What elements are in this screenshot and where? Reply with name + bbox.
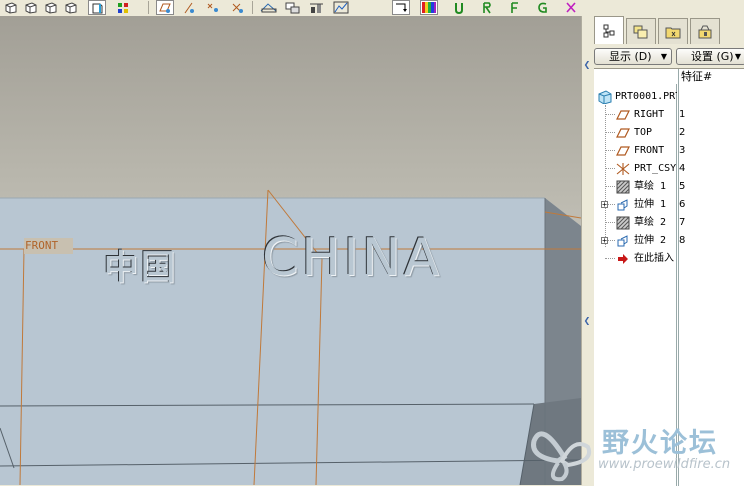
model-tree-icon bbox=[603, 24, 615, 37]
tree-item-insert-here[interactable]: 在此插入 bbox=[594, 250, 744, 268]
feature-number: 4 bbox=[679, 163, 686, 174]
csys-display-icon[interactable] bbox=[228, 0, 246, 15]
tree-item-label: FRONT bbox=[634, 145, 665, 156]
explode-view-icon[interactable] bbox=[478, 0, 496, 15]
regenerate-icon[interactable] bbox=[534, 0, 552, 15]
view-top-icon[interactable] bbox=[42, 0, 60, 15]
layers-icon bbox=[633, 25, 648, 38]
tree-item-label: RIGHT bbox=[634, 109, 665, 120]
embossed-text-english: CHINA bbox=[262, 228, 443, 288]
datum-plane-icon bbox=[616, 128, 630, 138]
favorites-tab[interactable] bbox=[690, 18, 720, 44]
csys-icon bbox=[616, 163, 630, 175]
insert-here-icon bbox=[618, 254, 628, 264]
chevron-down-icon: ▼ bbox=[660, 52, 667, 61]
extrude-icon bbox=[617, 235, 628, 247]
tree-item-label: PRT_CSYS_DEF bbox=[634, 163, 676, 174]
expand-icon[interactable]: + bbox=[601, 201, 608, 209]
feature-number: 7 bbox=[679, 217, 686, 228]
family-table-icon[interactable] bbox=[506, 0, 524, 15]
folder-browser-tab[interactable] bbox=[658, 18, 688, 44]
tree-item-extrude-1[interactable]: + 拉伸 1 6 bbox=[594, 196, 744, 214]
view-iso-icon[interactable] bbox=[2, 0, 20, 15]
sketch-icon bbox=[616, 216, 630, 230]
datum-point-display-icon[interactable] bbox=[204, 0, 222, 15]
expand-icon[interactable]: + bbox=[601, 237, 608, 245]
datum-label-front[interactable]: FRONT bbox=[24, 238, 73, 254]
watermark-title: 野火论坛 bbox=[602, 428, 718, 459]
layer-icon[interactable] bbox=[284, 0, 302, 15]
feature-number: 3 bbox=[679, 145, 686, 156]
butterfly-logo-icon bbox=[531, 431, 591, 482]
annotation-icon[interactable] bbox=[260, 0, 278, 15]
tree-item-label: 草绘 2 bbox=[634, 217, 667, 228]
tree-item-csys[interactable]: PRT_CSYS_DEF 4 bbox=[594, 160, 744, 178]
collapse-left-icon[interactable]: ❮ bbox=[583, 60, 591, 69]
tree-item-extrude-2[interactable]: + 拉伸 2 8 bbox=[594, 232, 744, 250]
tree-item-sketch-2[interactable]: 草绘 2 7 bbox=[594, 214, 744, 232]
tree-item-label: PRT0001.PRT bbox=[615, 91, 677, 102]
tree-item-datum-right[interactable]: RIGHT 1 bbox=[594, 106, 744, 124]
settings-menu-button[interactable]: 设置 (G) ▼ bbox=[676, 48, 744, 65]
forum-watermark: 野火论坛 www.proewildfire.cn bbox=[528, 415, 744, 485]
datum-plane-icon bbox=[616, 110, 630, 120]
tree-item-label: 拉伸 2 bbox=[634, 235, 667, 246]
tree-item-datum-front[interactable]: FRONT 3 bbox=[594, 142, 744, 160]
feature-number: 2 bbox=[679, 127, 686, 138]
datum-plane-icon bbox=[616, 146, 630, 156]
simplified-rep-icon[interactable] bbox=[450, 0, 468, 15]
shading-icon[interactable] bbox=[88, 0, 106, 15]
sketch-icon bbox=[616, 180, 630, 194]
tree-item-label: 拉伸 1 bbox=[634, 199, 667, 210]
datum-plane-display-icon[interactable] bbox=[156, 0, 174, 15]
appearance-icon[interactable] bbox=[308, 0, 326, 15]
tree-item-sketch-1[interactable]: 草绘 1 5 bbox=[594, 178, 744, 196]
main-toolbar bbox=[0, 0, 744, 17]
part-icon bbox=[598, 90, 612, 104]
graphics-window[interactable]: FRONT 中国 CHINA bbox=[0, 16, 581, 485]
model-tree-display-icon[interactable] bbox=[114, 0, 132, 15]
spin-center-icon[interactable] bbox=[332, 0, 350, 15]
folder-icon bbox=[665, 27, 681, 38]
feature-number: 5 bbox=[679, 181, 686, 192]
favorites-icon bbox=[698, 25, 712, 38]
column-header-feature-number[interactable]: 特征# bbox=[678, 69, 744, 84]
tree-item-label: 草绘 1 bbox=[634, 181, 667, 192]
tree-item-datum-top[interactable]: TOP 2 bbox=[594, 124, 744, 142]
feature-number: 1 bbox=[679, 109, 686, 120]
collapse-right-icon[interactable]: ❮ bbox=[583, 316, 591, 325]
datum-axis-display-icon[interactable] bbox=[180, 0, 198, 15]
clear-icon[interactable] bbox=[562, 0, 580, 15]
show-menu-button[interactable]: 显示 (D) ▼ bbox=[594, 48, 672, 65]
chevron-down-icon: ▼ bbox=[734, 52, 741, 61]
watermark-url: www.proewildfire.cn bbox=[598, 457, 731, 472]
tree-item-part[interactable]: PRT0001.PRT bbox=[594, 88, 744, 106]
model-tree-tab[interactable] bbox=[594, 16, 624, 44]
layers-tab[interactable] bbox=[626, 18, 656, 44]
tree-item-label: 在此插入 bbox=[634, 253, 674, 264]
feature-number: 8 bbox=[679, 235, 686, 246]
tree-item-label: TOP bbox=[634, 127, 653, 138]
orient-mode-icon[interactable] bbox=[392, 0, 410, 15]
embossed-text-chinese: 中国 bbox=[104, 248, 178, 288]
feature-number: 6 bbox=[679, 199, 686, 210]
extrude-icon bbox=[617, 199, 628, 211]
view-front-icon[interactable] bbox=[22, 0, 40, 15]
view-right-icon[interactable] bbox=[62, 0, 80, 15]
color-display-icon[interactable] bbox=[420, 0, 438, 15]
